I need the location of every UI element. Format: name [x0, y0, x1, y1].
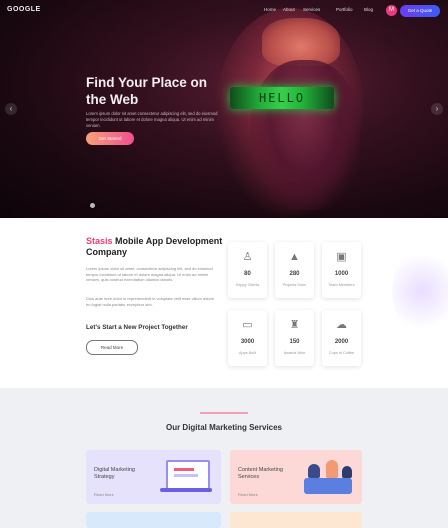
hero-title: Find Your Place on the Web — [86, 75, 208, 107]
stat-card: ☁ 2000 Cups of Coffee — [322, 310, 361, 366]
nav-blog[interactable]: Blog — [364, 7, 373, 12]
trophy-icon: ♜ — [289, 319, 300, 331]
stat-value: 3000 — [240, 339, 255, 345]
slider-dot[interactable] — [90, 203, 95, 208]
hero-person-face — [250, 60, 360, 210]
services-title: Our Digital Marketing Services — [165, 423, 283, 432]
service-link[interactable]: Read More — [94, 492, 114, 497]
stat-value: 280 — [289, 271, 300, 277]
service-card[interactable] — [230, 512, 362, 528]
chevron-left-icon[interactable]: ‹ — [5, 103, 17, 115]
section-divider — [200, 412, 248, 414]
person-icon: ♙ — [242, 251, 253, 263]
stat-label: Cups of Coffee — [328, 351, 355, 355]
read-more-button[interactable]: Read More — [86, 340, 138, 355]
stat-value: 1000 — [334, 271, 349, 277]
decorative-blob — [392, 246, 448, 336]
stat-value: 150 — [289, 339, 300, 345]
visor-text: HELLO — [258, 91, 306, 105]
stat-label: Apps Built — [238, 351, 257, 355]
about-title-accent: Stasis — [86, 236, 113, 246]
hero-cta-button[interactable]: Get Started — [86, 132, 134, 145]
about-paragraph-2: Duis aute irure dolor in reprehenderit i… — [86, 296, 215, 307]
stat-value: 80 — [244, 271, 251, 277]
hero-person-hair — [262, 18, 340, 66]
service-title: Digital Marketing Strategy — [94, 467, 135, 480]
service-title: Content Marketing Services — [238, 467, 283, 480]
stat-label: Team Members — [328, 283, 355, 287]
hero-banner: HELLO GOOGLE Home About Services Portfol… — [0, 0, 448, 218]
stat-value: 2000 — [334, 339, 349, 345]
stat-card: ♙ 80 Happy Clients — [228, 242, 267, 298]
stat-label: Projects Done — [282, 283, 307, 287]
hero-visor-image: HELLO — [230, 87, 334, 109]
hero-subtitle: Lorem ipsum dolor sit amet consectetur a… — [86, 111, 218, 128]
nav-about[interactable]: About — [283, 7, 295, 12]
briefcase-icon: ▣ — [336, 251, 347, 263]
service-card[interactable] — [86, 512, 221, 528]
team-illustration-icon — [298, 456, 358, 500]
chevron-right-icon[interactable]: › — [431, 103, 443, 115]
cloud-icon: ☁ — [336, 319, 347, 331]
site-logo[interactable]: GOOGLE — [7, 6, 41, 13]
get-quote-button[interactable]: Get a Quote — [400, 5, 440, 17]
monitor-icon: ▭ — [242, 319, 253, 331]
stat-label: Awards Won — [283, 351, 306, 355]
stat-label: Happy Clients — [235, 283, 260, 287]
stat-card: ♜ 150 Awards Won — [275, 310, 314, 366]
service-link[interactable]: Read More — [238, 492, 258, 497]
about-paragraph-1: Lorem ipsum dolor sit amet, consectetur … — [86, 266, 213, 282]
nav-home[interactable]: Home — [264, 7, 276, 12]
services-section — [0, 388, 448, 528]
service-card[interactable]: Content Marketing Services Read More — [230, 450, 362, 504]
nav-services[interactable]: Services — [303, 7, 320, 12]
stat-card: ▲ 280 Projects Done — [275, 242, 314, 298]
laptop-illustration-icon — [158, 458, 214, 498]
stat-card: ▣ 1000 Team Members — [322, 242, 361, 298]
nav-portfolio[interactable]: Portfolio — [336, 7, 353, 12]
about-title: Stasis Mobile App Development Company — [86, 236, 226, 258]
top-navigation: GOOGLE Home About Services Portfolio Blo… — [0, 0, 448, 22]
service-card[interactable]: Digital Marketing Strategy Read More — [86, 450, 221, 504]
stat-card: ▭ 3000 Apps Built — [228, 310, 267, 366]
user-avatar[interactable]: M — [386, 5, 397, 16]
people-icon: ▲ — [289, 251, 300, 263]
about-subtitle: Let's Start a New Project Together — [86, 324, 188, 331]
